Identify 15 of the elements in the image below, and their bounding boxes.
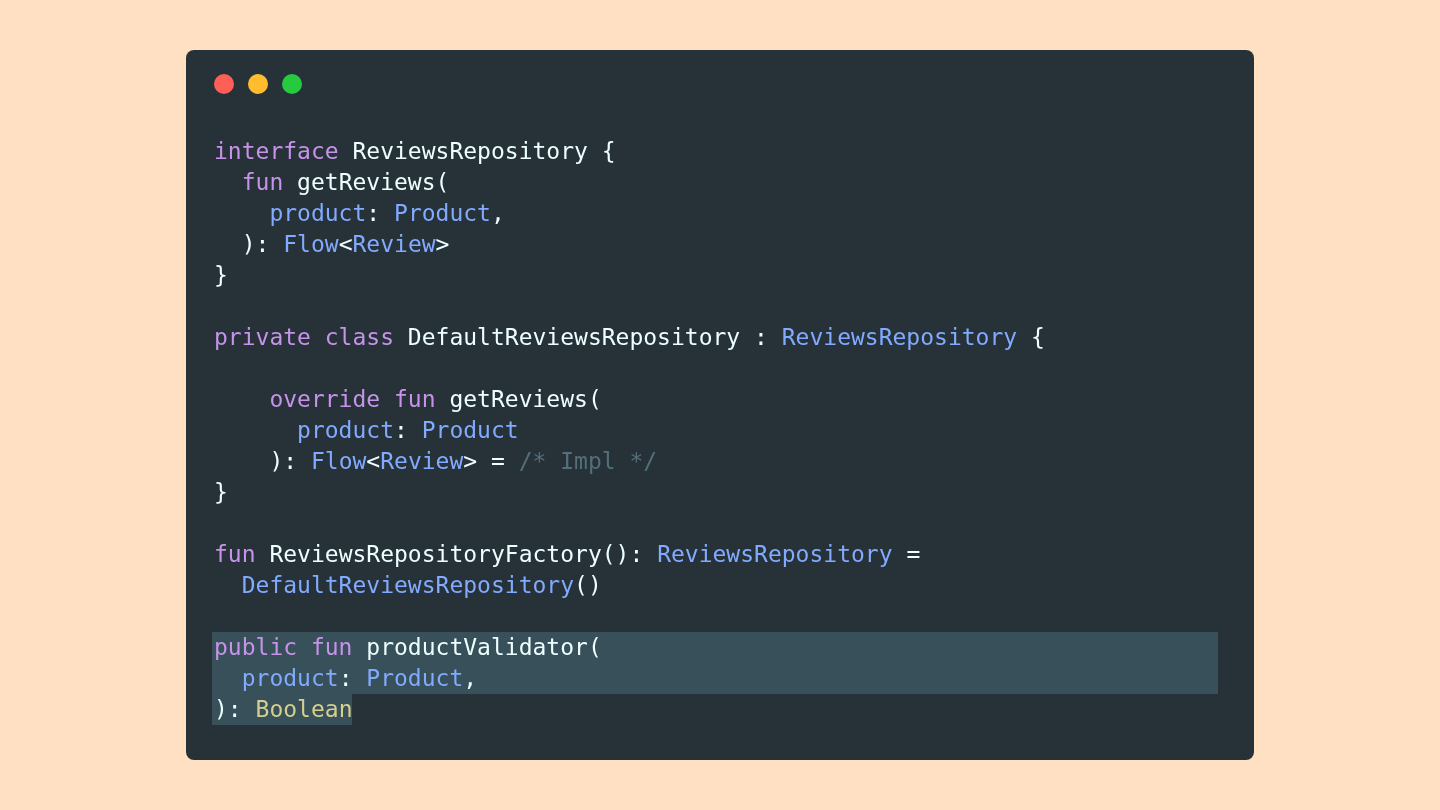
code-line: } (213, 261, 228, 290)
code-line: fun ReviewsRepositoryFactory(): ReviewsRepository = (213, 540, 921, 569)
code-line: } (213, 478, 228, 507)
window-close-icon (214, 74, 234, 94)
code-line: DefaultReviewsRepository() (240, 571, 602, 600)
code-line: product: Product (296, 416, 519, 445)
code-line: ): Flow<Review> (240, 230, 450, 259)
code-line: override fun getReviews( (268, 385, 602, 414)
window-minimize-icon (248, 74, 268, 94)
code-line: private class DefaultReviewsRepository : ReviewsRepository { (213, 323, 1045, 352)
code-line: fun getReviews( (240, 168, 450, 197)
window-maximize-icon (282, 74, 302, 94)
code-line: ): Flow<Review> = /* Impl */ (268, 447, 658, 476)
code-line: product: Product, (268, 199, 505, 228)
code-line: interface ReviewsRepository { (213, 137, 616, 166)
